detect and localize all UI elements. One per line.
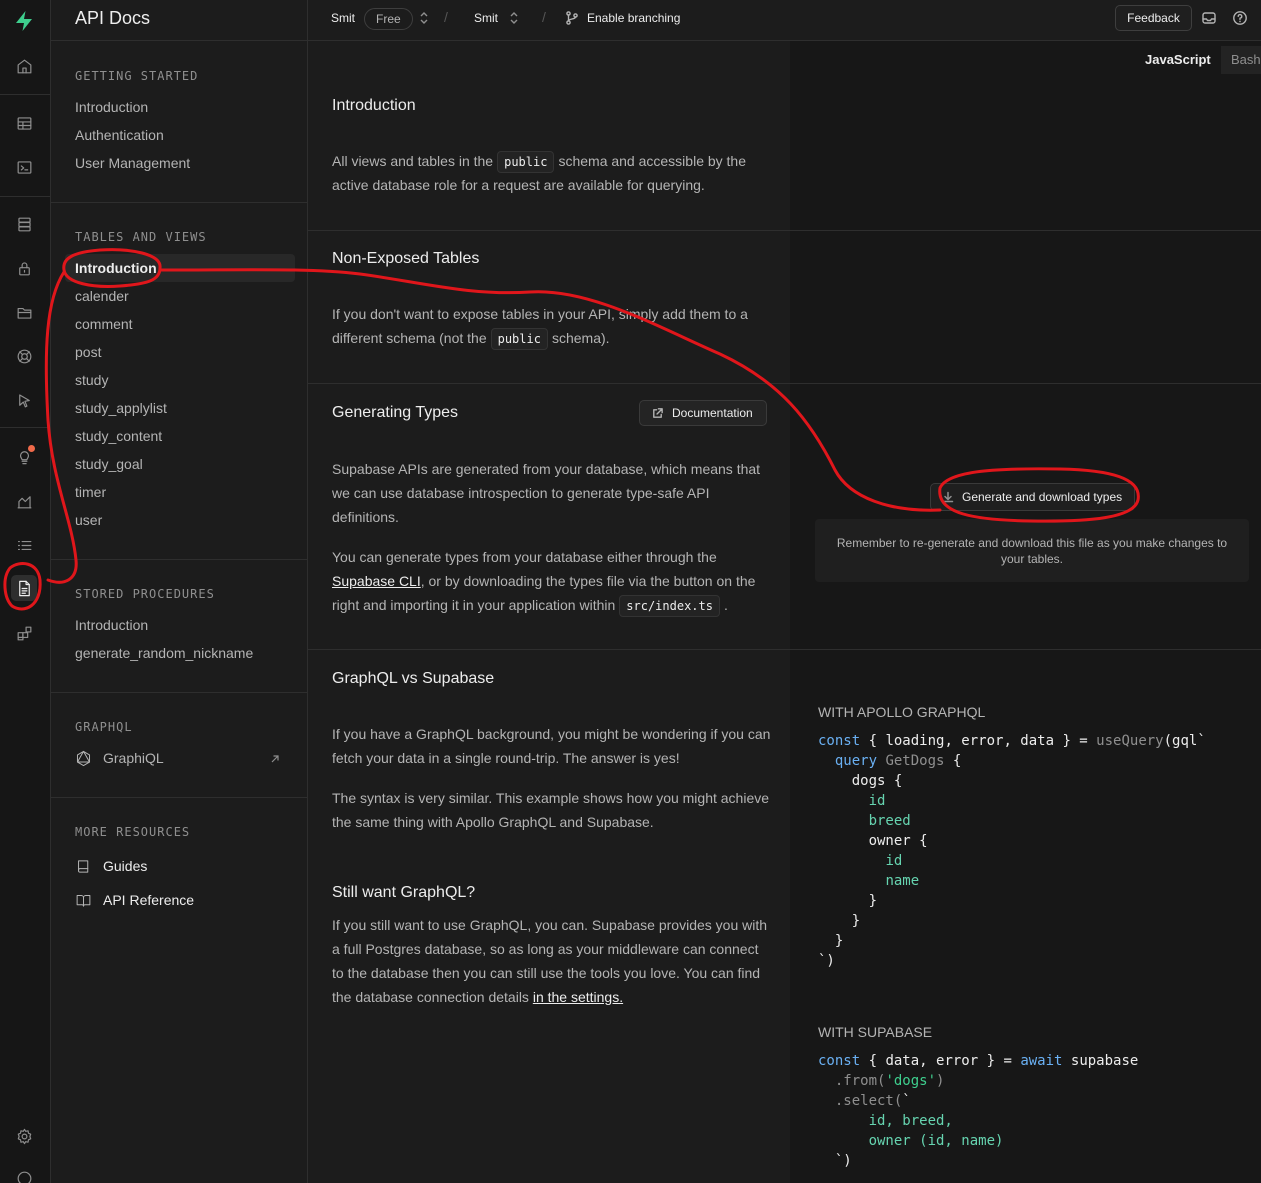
- inline-code: src/index.ts: [619, 595, 720, 617]
- menu-title: API Docs: [75, 8, 151, 28]
- section-heading-still-want-graphql: Still want GraphQL?: [332, 884, 476, 901]
- menu-item-authentication[interactable]: Authentication: [75, 127, 164, 143]
- supabase-code-block: const { data, error } = await supabase .…: [818, 1053, 1139, 1169]
- code-label-apollo: WITH APOLLO GRAPHQL: [818, 704, 986, 720]
- section-title-more-resources: MORE RESOURCES: [75, 825, 191, 839]
- api-docs-icon[interactable]: [11, 575, 37, 601]
- integrations-icon[interactable]: [11, 620, 37, 646]
- section-title-tables-and-views: TABLES AND VIEWS: [75, 230, 207, 244]
- graphql-icon: [75, 750, 92, 767]
- graphql-vs-paragraph-1: If you have a GraphQL background, you mi…: [332, 726, 771, 766]
- logs-icon[interactable]: [11, 532, 37, 558]
- book-icon: [75, 858, 92, 875]
- menu-item-table-post[interactable]: post: [75, 344, 101, 360]
- menu-item-table-timer[interactable]: timer: [75, 484, 106, 500]
- menu-item-table-comment[interactable]: comment: [75, 316, 133, 332]
- section-heading-graphql-vs-supabase: GraphQL vs Supabase: [332, 670, 495, 687]
- feedback-button[interactable]: Feedback: [1115, 5, 1192, 31]
- menu-item-table-study[interactable]: study: [75, 372, 108, 388]
- help-icon[interactable]: [1232, 10, 1248, 26]
- menu-item-tables-introduction[interactable]: Introduction: [65, 254, 295, 282]
- still-want-paragraph: If you still want to use GraphQL, you ca…: [332, 917, 768, 1005]
- open-book-icon: [75, 892, 92, 909]
- org-switch-chevrons-icon[interactable]: [418, 11, 430, 25]
- project-selector[interactable]: Smit: [474, 11, 498, 25]
- inbox-icon[interactable]: [1201, 10, 1217, 26]
- settings-link[interactable]: in the settings.: [533, 989, 623, 1005]
- external-link-icon: [653, 408, 663, 418]
- code-pane: [790, 41, 1261, 1183]
- menu-item-table-calender[interactable]: calender: [75, 288, 129, 304]
- generating-types-paragraph-2: You can generate types from your databas…: [332, 545, 772, 617]
- generate-and-download-types-button[interactable]: Generate and download types: [930, 483, 1135, 511]
- menu-item-guides[interactable]: Guides: [103, 858, 147, 874]
- breadcrumb-separator: /: [444, 9, 448, 25]
- section-title-getting-started: GETTING STARTED: [75, 69, 199, 83]
- storage-icon[interactable]: [11, 299, 37, 325]
- notification-dot: [28, 445, 35, 452]
- menu-item-generate-random-nickname[interactable]: generate_random_nickname: [75, 645, 253, 661]
- section-heading-non-exposed-tables: Non-Exposed Tables: [332, 250, 480, 267]
- home-icon[interactable]: [11, 53, 37, 79]
- breadcrumb-separator: /: [542, 9, 546, 25]
- menu-item-table-study-content[interactable]: study_content: [75, 428, 162, 444]
- reports-icon[interactable]: [11, 488, 37, 514]
- top-bar: Smit Free / Smit / Enable branching Feed…: [308, 0, 1261, 41]
- edge-functions-icon[interactable]: [11, 387, 37, 413]
- sql-editor-icon[interactable]: [11, 154, 37, 180]
- app-window: API Docs GETTING STARTED Introduction Au…: [0, 0, 1261, 1183]
- settings-gear-icon[interactable]: [11, 1123, 37, 1149]
- supabase-logo-icon[interactable]: [11, 8, 37, 34]
- org-selector[interactable]: Smit: [331, 11, 355, 25]
- apollo-code-block: const { loading, error, data } = useQuer…: [818, 733, 1206, 969]
- git-branch-icon: [564, 10, 580, 26]
- menu-item-table-study-applylist[interactable]: study_applylist: [75, 400, 167, 416]
- authentication-icon[interactable]: [11, 255, 37, 281]
- plan-badge: Free: [364, 8, 413, 30]
- user-profile-icon[interactable]: [11, 1165, 37, 1183]
- realtime-icon[interactable]: [11, 343, 37, 369]
- tab-bash[interactable]: Bash: [1221, 46, 1261, 74]
- code-label-supabase: WITH SUPABASE: [818, 1024, 933, 1040]
- download-icon: [942, 491, 954, 503]
- section-title-graphql: GRAPHQL: [75, 720, 133, 734]
- menu-item-api-reference[interactable]: API Reference: [103, 892, 194, 908]
- menu-item-user-management[interactable]: User Management: [75, 155, 190, 171]
- supabase-cli-link[interactable]: Supabase CLI: [332, 573, 421, 589]
- introduction-paragraph: All views and tables in the public schema …: [332, 151, 747, 193]
- menu-item-procedures-introduction[interactable]: Introduction: [75, 617, 148, 633]
- table-editor-icon[interactable]: [11, 110, 37, 136]
- inline-code: public: [490, 328, 548, 350]
- docs-menu: API Docs GETTING STARTED Introduction Au…: [51, 0, 308, 1183]
- section-title-stored-procedures: STORED PROCEDURES: [75, 587, 215, 601]
- menu-header: API Docs: [51, 0, 308, 41]
- regenerate-reminder: Remember to re-generate and download thi…: [815, 519, 1249, 582]
- non-exposed-paragraph: If you don't want to expose tables in yo…: [332, 302, 772, 350]
- graphql-vs-paragraph-2: The syntax is very similar. This example…: [332, 790, 770, 830]
- enable-branching-button[interactable]: Enable branching: [587, 11, 680, 25]
- tab-javascript[interactable]: JavaScript: [1134, 46, 1220, 74]
- external-link-icon[interactable]: [269, 752, 281, 764]
- inline-code: public: [497, 151, 555, 173]
- menu-item-table-user[interactable]: user: [75, 512, 102, 528]
- menu-item-introduction[interactable]: Introduction: [75, 99, 148, 115]
- menu-item-graphiql[interactable]: GraphiQL: [103, 750, 164, 766]
- menu-item-table-study-goal[interactable]: study_goal: [75, 456, 143, 472]
- section-heading-introduction: Introduction: [332, 97, 416, 114]
- documentation-button[interactable]: Documentation: [639, 400, 767, 426]
- icon-rail: [0, 0, 51, 1183]
- database-icon[interactable]: [11, 211, 37, 237]
- section-heading-generating-types: Generating Types: [332, 404, 459, 421]
- generating-types-paragraph-1: Supabase APIs are generated from your da…: [332, 461, 761, 525]
- project-switch-chevrons-icon[interactable]: [508, 11, 520, 25]
- advisors-icon[interactable]: [11, 443, 37, 469]
